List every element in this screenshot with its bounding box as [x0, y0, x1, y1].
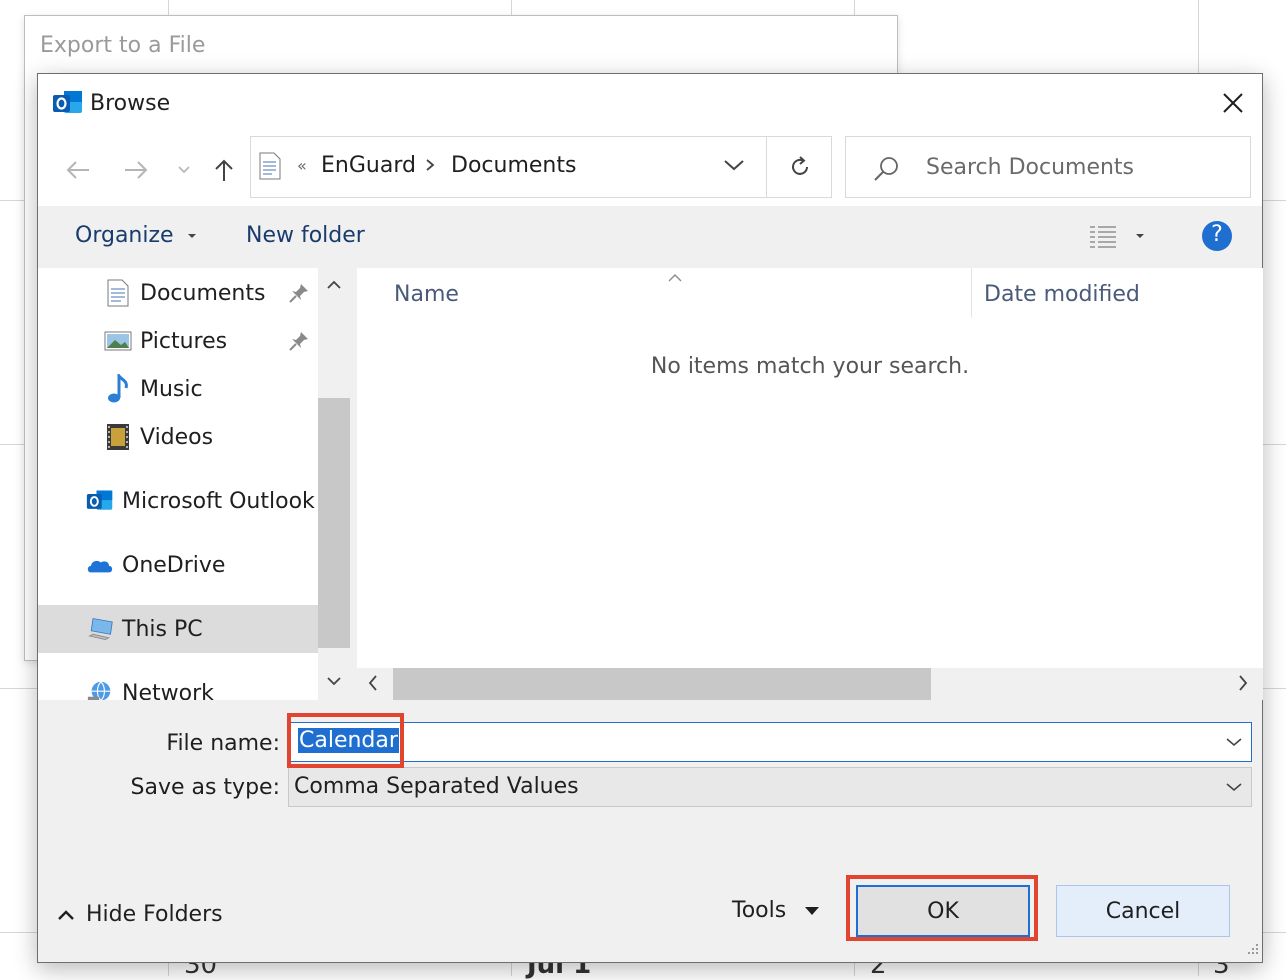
scroll-up-arrow-icon[interactable] [326, 276, 342, 295]
file-name-dropdown-button[interactable] [1225, 733, 1243, 752]
save-as-type-value: Comma Separated Values [294, 774, 579, 799]
outlook-icon [86, 487, 114, 515]
ok-button-highlight-box [846, 875, 1038, 941]
nav-item-microsoft-outlook[interactable]: Microsoft Outlook [86, 477, 315, 525]
search-box[interactable]: Search Documents [845, 136, 1251, 198]
dropdown-arrow-icon [187, 234, 196, 238]
address-dropdown-button[interactable] [723, 157, 745, 176]
nav-item-label: Videos [140, 424, 214, 450]
close-icon [1223, 93, 1243, 113]
document-icon [259, 152, 281, 184]
search-icon [872, 155, 900, 187]
breadcrumb-documents[interactable]: Documents [451, 153, 576, 178]
this-pc-icon [86, 615, 114, 643]
save-as-type-label: Save as type: [130, 775, 281, 800]
tools-button[interactable]: Tools [732, 898, 820, 923]
chevron-up-icon [58, 909, 74, 920]
network-icon [86, 679, 114, 700]
nav-item-documents[interactable]: Documents [104, 269, 265, 317]
navigation-pane-scrollbar[interactable] [318, 268, 356, 700]
save-as-type-select[interactable]: Comma Separated Values [288, 767, 1252, 807]
pin-icon[interactable] [288, 282, 310, 308]
view-options-button[interactable] [1088, 221, 1152, 255]
scroll-left-arrow-icon[interactable] [367, 674, 379, 696]
chevron-down-icon [724, 160, 744, 171]
pin-icon[interactable] [288, 330, 310, 356]
help-glyph: ? [1211, 222, 1223, 247]
nav-item-network[interactable]: Network [86, 669, 214, 700]
nav-item-label: Network [122, 680, 214, 701]
videos-icon [104, 423, 132, 451]
search-input[interactable]: Search Documents [926, 155, 1134, 180]
file-name-input[interactable]: Calendar [288, 722, 1252, 762]
scroll-right-arrow-icon[interactable] [1237, 674, 1249, 696]
up-button[interactable] [206, 152, 242, 188]
browse-dialog: Browse « EnGuard Documents Search Docume… [37, 73, 1263, 963]
scrollbar-thumb[interactable] [393, 668, 931, 700]
export-window-title: Export to a File [40, 33, 206, 58]
up-arrow-icon [215, 159, 233, 181]
outlook-icon [52, 89, 84, 117]
organize-label: Organize [75, 223, 174, 248]
dialog-title: Browse [90, 91, 171, 116]
breadcrumb-separator-icon[interactable] [425, 157, 435, 176]
chevron-down-icon [178, 166, 190, 174]
chevron-down-icon [1226, 783, 1242, 792]
empty-results-message: No items match your search. [650, 354, 970, 379]
command-toolbar: Organize New folder ? [38, 206, 1262, 268]
new-folder-button[interactable]: New folder [246, 223, 365, 248]
nav-item-label: Documents [140, 280, 266, 306]
nav-item-label: Pictures [140, 328, 228, 354]
forward-arrow-icon [125, 161, 148, 179]
save-as-type-dropdown-button[interactable] [1225, 778, 1243, 797]
file-name-highlight-box [287, 713, 404, 768]
file-name-label: File name: [166, 731, 280, 756]
scroll-down-arrow-icon[interactable] [326, 672, 342, 691]
organize-button[interactable]: Organize [75, 223, 197, 248]
breadcrumb-overflow[interactable]: « [297, 156, 307, 175]
dialog-titlebar: Browse [38, 74, 1262, 136]
nav-item-music[interactable]: Music [104, 365, 203, 413]
nav-item-label: Music [140, 376, 203, 402]
nav-item-this-pc[interactable]: This PC [38, 605, 318, 653]
nav-item-pictures[interactable]: Pictures [104, 317, 227, 365]
tools-label: Tools [732, 898, 787, 923]
breadcrumb-enguard[interactable]: EnGuard [321, 153, 416, 178]
column-divider[interactable] [971, 268, 972, 318]
file-list-horizontal-scrollbar[interactable] [357, 668, 1263, 700]
nav-item-label: OneDrive [122, 552, 226, 578]
dropdown-arrow-icon [805, 906, 820, 915]
forward-button[interactable] [118, 152, 154, 188]
file-list-pane: Name Date modified No items match your s… [357, 268, 1263, 700]
pictures-icon [104, 327, 132, 355]
refresh-button[interactable] [766, 136, 832, 198]
recent-locations-button[interactable] [166, 152, 202, 188]
help-button[interactable]: ? [1201, 220, 1233, 256]
chevron-down-icon [1226, 738, 1242, 747]
navigation-pane: Documents Pictures Music Videos Microsof… [38, 268, 356, 700]
column-header-date-modified[interactable]: Date modified [984, 282, 1140, 307]
details-view-icon [1090, 226, 1144, 248]
nav-item-label: Microsoft Outlook [122, 488, 315, 514]
back-button[interactable] [60, 152, 96, 188]
sort-ascending-icon [667, 268, 683, 287]
navigation-bar: « EnGuard Documents Search Documents [38, 136, 1262, 206]
nav-item-label: This PC [122, 616, 203, 642]
music-icon [104, 374, 132, 403]
resize-grip-icon[interactable] [1244, 940, 1260, 960]
hide-folders-label: Hide Folders [86, 902, 223, 927]
back-arrow-icon [66, 161, 89, 179]
documents-icon [104, 279, 132, 307]
hide-folders-button[interactable]: Hide Folders [56, 902, 223, 927]
nav-item-videos[interactable]: Videos [104, 413, 213, 461]
onedrive-icon [86, 551, 114, 579]
nav-item-onedrive[interactable]: OneDrive [86, 541, 225, 589]
cancel-button[interactable]: Cancel [1056, 885, 1230, 937]
column-header-name[interactable]: Name [394, 282, 459, 307]
address-bar[interactable]: « EnGuard Documents [250, 136, 832, 198]
close-button[interactable] [1218, 88, 1248, 118]
scrollbar-thumb[interactable] [318, 398, 350, 648]
refresh-icon [791, 156, 808, 175]
